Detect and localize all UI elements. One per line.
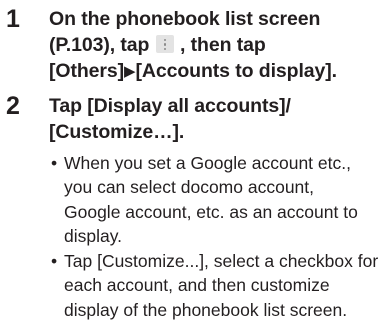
step-number: 1 — [6, 5, 20, 33]
bullet-dot: • — [51, 153, 58, 173]
step-title-line: On the phonebook list screen — [49, 8, 321, 30]
bullet-line: Tap [Customize...], select a checkbox fo… — [64, 251, 379, 272]
bullet-item: • When you set a Google account etc., yo… — [49, 151, 376, 248]
step-body: Tap [Display all accounts]/ [Customize…]… — [49, 93, 379, 323]
more-vertical-icon — [155, 35, 174, 53]
step-title: Tap [Display all accounts]/ [Customize…]… — [49, 93, 376, 145]
bullet-line: Google account, etc. as an account to — [64, 201, 358, 222]
bullet-line: you can select docomo account, — [64, 177, 315, 198]
bullet-line: each account, and then customize — [64, 275, 330, 296]
step-body: On the phonebook list screen (P.103), ta… — [49, 6, 376, 85]
step-title-text: [Accounts to display]. — [135, 60, 337, 82]
bullet-item: • Tap [Customize...], select a checkbox … — [49, 249, 379, 322]
bullet-dot: • — [51, 251, 58, 272]
step-title-line: [Customize…]. — [49, 121, 185, 143]
step-title-text: (P.103), tap — [49, 34, 150, 56]
step-title: On the phonebook list screen (P.103), ta… — [49, 6, 376, 85]
step-title-line: Tap [Display all accounts]/ — [49, 95, 291, 117]
bullet-list: • When you set a Google account etc., yo… — [49, 151, 379, 322]
bullet-line: display of the phonebook list screen. — [64, 299, 348, 320]
bullet-line: display. — [64, 225, 123, 246]
step-title-line-with-arrow: [Others]▶[Accounts to display]. — [49, 58, 376, 85]
step-title-text: [Others] — [49, 60, 125, 82]
step-title-line-with-icon: (P.103), tap , then tap — [49, 32, 376, 58]
step-number: 2 — [6, 92, 20, 120]
arrow-right-icon: ▶ — [124, 63, 136, 80]
bullet-line: When you set a Google account etc., — [64, 153, 351, 173]
step-title-text: , then tap — [179, 34, 266, 56]
